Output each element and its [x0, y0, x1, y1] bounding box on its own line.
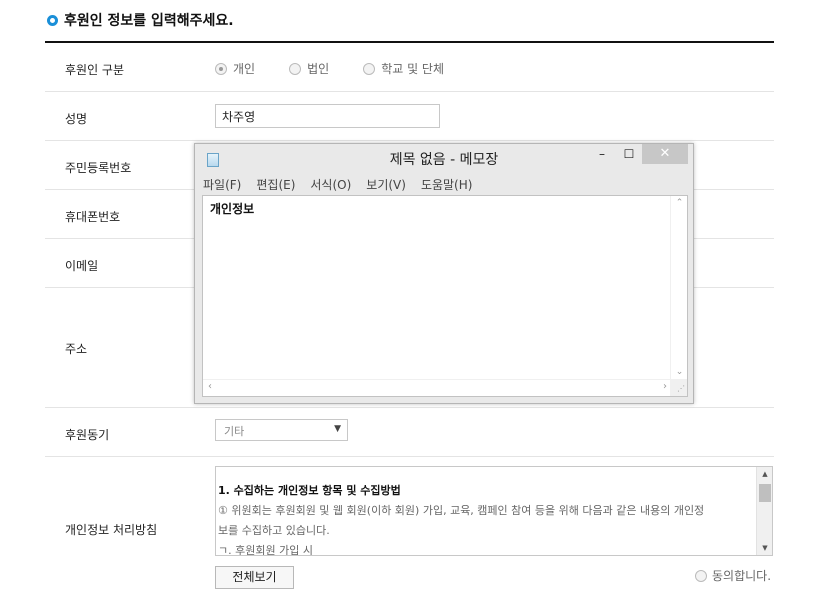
menu-view[interactable]: 보기(V) [366, 176, 406, 194]
privacy-policy-heading: 1. 수집하는 개인정보 항목 및 수집방법 [218, 484, 401, 497]
privacy-policy-scrollbar[interactable]: ▲ ▼ [756, 467, 772, 555]
scroll-left-arrow-icon[interactable]: ‹ [208, 381, 212, 392]
scroll-right-arrow-icon[interactable]: › [663, 381, 667, 392]
row-privacy-policy: 개인정보 처리방침 1. 수집하는 개인정보 항목 및 수집방법 ① 위원회는 … [45, 457, 774, 565]
motive-label: 후원동기 [65, 428, 110, 442]
radio-individual-label: 개인 [233, 62, 256, 76]
scroll-down-arrow-icon[interactable]: ⌄ [671, 367, 688, 377]
notepad-vertical-scrollbar[interactable]: ⌃ ⌄ [670, 196, 687, 379]
resize-grip-icon[interactable]: ⋰ [670, 379, 687, 396]
notepad-menubar: 파일(F) 편집(E) 서식(O) 보기(V) 도움말(H) [203, 176, 487, 194]
menu-file[interactable]: 파일(F) [203, 176, 241, 194]
agree-label: 동의합니다. [712, 569, 772, 583]
motive-select-value: 기타 [224, 425, 245, 438]
email-label: 이메일 [65, 259, 99, 273]
scroll-down-arrow-icon[interactable]: ▼ [757, 541, 772, 555]
motive-select[interactable]: 기타 ▼ [215, 419, 348, 441]
section-title-text: 후원인 정보를 입력해주세요. [64, 13, 234, 29]
resident-number-label: 주민등록번호 [65, 161, 132, 175]
view-all-button[interactable]: 전체보기 [215, 566, 294, 589]
maximize-icon[interactable]: ☐ [620, 144, 638, 164]
menu-format[interactable]: 서식(O) [310, 176, 351, 194]
notepad-title: 제목 없음 - 메모장 [389, 152, 499, 168]
privacy-policy-line: ① 위원회는 후원회원 및 웹 회원(이하 회원) 가입, 교육, 캠페인 참여… [218, 504, 705, 517]
notepad-horizontal-scrollbar[interactable]: ‹ › [203, 379, 672, 396]
notepad-content: 개인정보 [210, 202, 255, 216]
row-sponsor-type: 후원인 구분 개인 법인 학교 및 단체 [45, 43, 774, 92]
privacy-policy-line: ㄱ. 후원회원 가입 시 [218, 544, 313, 556]
privacy-policy-label: 개인정보 처리방침 [65, 523, 158, 537]
radio-individual-circle-icon[interactable] [215, 62, 227, 75]
row-name: 성명 [45, 92, 774, 141]
section-bullet-icon [47, 14, 58, 26]
scroll-up-arrow-icon[interactable]: ⌃ [671, 198, 688, 208]
scrollbar-thumb[interactable] [759, 484, 771, 502]
radio-school-group-circle-icon[interactable] [363, 62, 376, 75]
radio-corporation-label: 법인 [307, 62, 330, 76]
menu-edit[interactable]: 편집(E) [256, 176, 295, 194]
name-input[interactable] [215, 104, 440, 128]
row-motive: 후원동기 기타 ▼ [45, 408, 774, 457]
agree-radio-circle-icon[interactable] [695, 569, 707, 582]
chevron-down-icon[interactable]: ▼ [334, 424, 341, 434]
radio-school-group-label: 학교 및 단체 [381, 62, 445, 76]
notepad-titlebar[interactable]: 제목 없음 - 메모장 – ☐ ✕ [195, 144, 693, 174]
notepad-text-area[interactable]: 개인정보 ⌃ ⌄ ‹ › ⋰ [202, 195, 688, 397]
radio-individual[interactable]: 개인 [215, 60, 255, 77]
minimize-icon[interactable]: – [593, 144, 611, 164]
scroll-up-arrow-icon[interactable]: ▲ [757, 467, 772, 481]
sponsor-type-label: 후원인 구분 [65, 63, 125, 77]
close-icon[interactable]: ✕ [642, 144, 688, 164]
address-label: 주소 [65, 342, 88, 356]
agree-radio[interactable]: 동의합니다. [695, 567, 771, 584]
privacy-policy-content: 1. 수집하는 개인정보 항목 및 수집방법 ① 위원회는 후원회원 및 웹 회… [218, 481, 752, 556]
sponsor-type-radio-group: 개인 법인 학교 및 단체 [215, 60, 478, 77]
name-label: 성명 [65, 112, 88, 126]
radio-corporation[interactable]: 법인 [289, 60, 329, 77]
privacy-policy-line: 보를 수집하고 있습니다. [218, 524, 330, 537]
privacy-policy-textbox[interactable]: 1. 수집하는 개인정보 항목 및 수집방법 ① 위원회는 후원회원 및 웹 회… [215, 466, 773, 556]
radio-corporation-circle-icon[interactable] [289, 62, 302, 75]
menu-help[interactable]: 도움말(H) [421, 176, 473, 194]
notepad-window[interactable]: 제목 없음 - 메모장 – ☐ ✕ 파일(F) 편집(E) 서식(O) 보기(V… [194, 143, 694, 404]
radio-school-group[interactable]: 학교 및 단체 [363, 60, 444, 77]
mobile-label: 휴대폰번호 [65, 210, 121, 224]
section-title: 후원인 정보를 입력해주세요. [47, 10, 234, 30]
